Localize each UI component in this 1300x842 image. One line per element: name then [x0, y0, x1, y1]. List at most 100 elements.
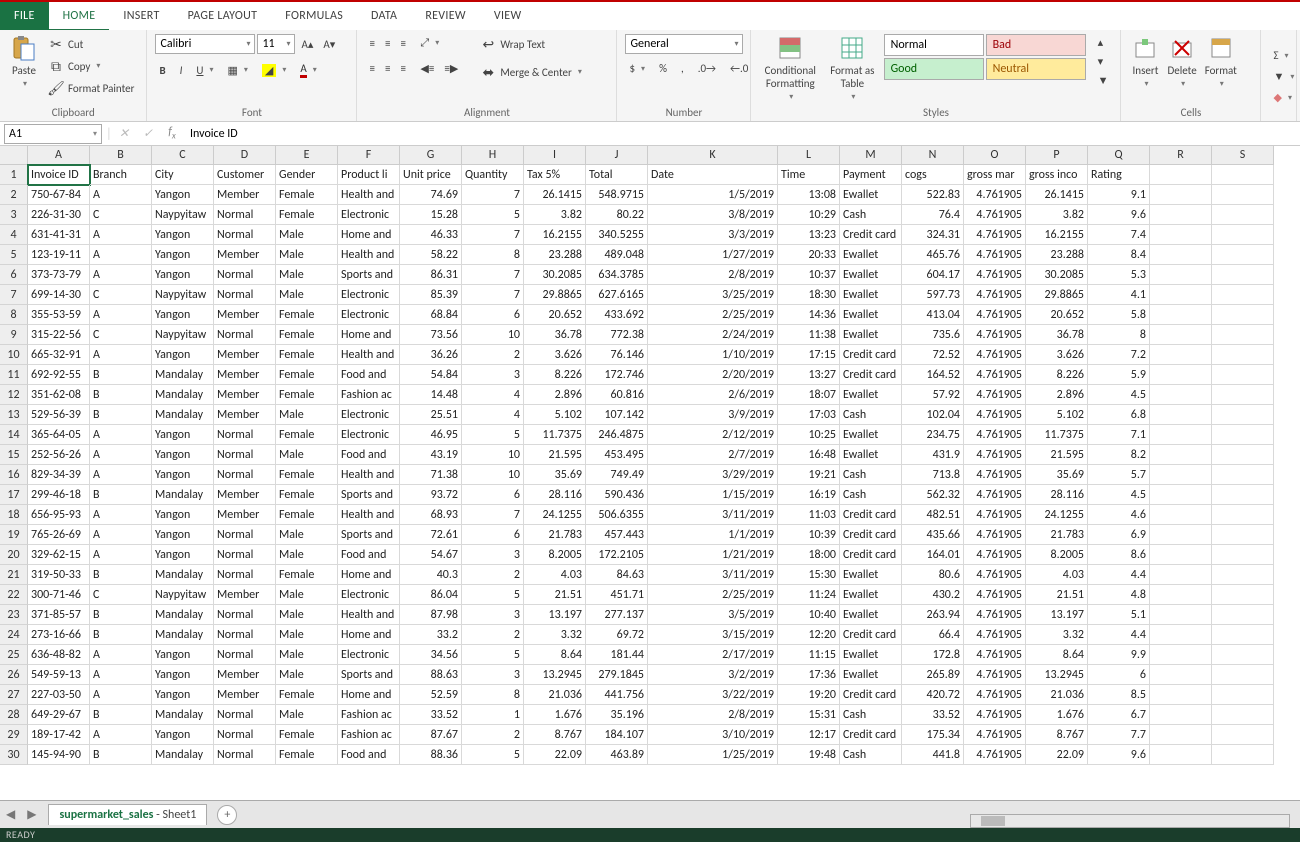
- cell[interactable]: [1212, 425, 1274, 445]
- cell[interactable]: 7: [462, 185, 524, 205]
- cell[interactable]: Sports and: [338, 525, 400, 545]
- column-header-K[interactable]: K: [648, 146, 778, 165]
- cell[interactable]: 4.03: [1026, 565, 1088, 585]
- cell[interactable]: 33.2: [400, 625, 462, 645]
- cell[interactable]: [1212, 265, 1274, 285]
- cell[interactable]: Quantity: [462, 165, 524, 185]
- cell[interactable]: Electronic: [338, 205, 400, 225]
- cell[interactable]: [1150, 185, 1212, 205]
- cell[interactable]: A: [90, 305, 152, 325]
- cell[interactable]: 2/17/2019: [648, 645, 778, 665]
- cell[interactable]: Cash: [840, 205, 902, 225]
- cell[interactable]: 562.32: [902, 485, 964, 505]
- cell[interactable]: [1212, 305, 1274, 325]
- cell[interactable]: Ewallet: [840, 285, 902, 305]
- cell[interactable]: 4.03: [524, 565, 586, 585]
- cell[interactable]: Mandalay: [152, 385, 214, 405]
- cell[interactable]: 22.09: [1026, 745, 1088, 765]
- cell[interactable]: 631-41-31: [28, 225, 90, 245]
- add-sheet-button[interactable]: +: [217, 805, 237, 825]
- cell[interactable]: B: [90, 365, 152, 385]
- orientation-button[interactable]: ⤢: [416, 34, 443, 52]
- cell[interactable]: 2.896: [1026, 385, 1088, 405]
- cell[interactable]: 329-62-15: [28, 545, 90, 565]
- cell[interactable]: 33.52: [400, 705, 462, 725]
- cell[interactable]: Normal: [214, 745, 276, 765]
- cell[interactable]: C: [90, 585, 152, 605]
- cell[interactable]: 93.72: [400, 485, 462, 505]
- cell[interactable]: [1150, 345, 1212, 365]
- cell[interactable]: 8.64: [524, 645, 586, 665]
- column-header-Q[interactable]: Q: [1088, 146, 1150, 165]
- format-as-table-button[interactable]: Format as Table: [825, 34, 879, 102]
- cell[interactable]: 5.9: [1088, 365, 1150, 385]
- cell[interactable]: Male: [276, 605, 338, 625]
- cell[interactable]: Electronic: [338, 285, 400, 305]
- cell[interactable]: 13.2945: [1026, 665, 1088, 685]
- column-header-J[interactable]: J: [586, 146, 648, 165]
- cell[interactable]: Cash: [840, 465, 902, 485]
- row-header[interactable]: 9: [0, 325, 28, 345]
- cell[interactable]: 4.761905: [964, 545, 1026, 565]
- cell[interactable]: 2/8/2019: [648, 705, 778, 725]
- cell[interactable]: Female: [276, 385, 338, 405]
- cell[interactable]: 29.8865: [1026, 285, 1088, 305]
- cell[interactable]: 1.676: [1026, 705, 1088, 725]
- decrease-font-button[interactable]: A▾: [319, 36, 339, 53]
- column-header-P[interactable]: P: [1026, 146, 1088, 165]
- align-bottom-button[interactable]: ≡: [396, 35, 409, 52]
- cell[interactable]: Cash: [840, 745, 902, 765]
- cell[interactable]: 7: [462, 285, 524, 305]
- cell[interactable]: 4.8: [1088, 585, 1150, 605]
- cell[interactable]: [1150, 485, 1212, 505]
- cell[interactable]: 68.84: [400, 305, 462, 325]
- cell[interactable]: Yangon: [152, 445, 214, 465]
- cell[interactable]: 665-32-91: [28, 345, 90, 365]
- cell[interactable]: Normal: [214, 265, 276, 285]
- cell[interactable]: 371-85-57: [28, 605, 90, 625]
- cell[interactable]: Ewallet: [840, 185, 902, 205]
- cell[interactable]: A: [90, 425, 152, 445]
- cell[interactable]: Normal: [214, 465, 276, 485]
- cell[interactable]: 8: [462, 245, 524, 265]
- cell[interactable]: [1150, 445, 1212, 465]
- cell[interactable]: 21.783: [1026, 525, 1088, 545]
- cell[interactable]: Member: [214, 185, 276, 205]
- cell[interactable]: Ewallet: [840, 325, 902, 345]
- cell[interactable]: 18:00: [778, 545, 840, 565]
- cell[interactable]: Male: [276, 545, 338, 565]
- cell[interactable]: Male: [276, 625, 338, 645]
- cell[interactable]: 489.048: [586, 245, 648, 265]
- cell[interactable]: 13.197: [1026, 605, 1088, 625]
- cell[interactable]: 3.626: [1026, 345, 1088, 365]
- cell[interactable]: 3/5/2019: [648, 605, 778, 625]
- cell[interactable]: Home and: [338, 325, 400, 345]
- cell[interactable]: 1/15/2019: [648, 485, 778, 505]
- cell[interactable]: 1/5/2019: [648, 185, 778, 205]
- cell[interactable]: 172.746: [586, 365, 648, 385]
- cell[interactable]: 7.1: [1088, 425, 1150, 445]
- cell[interactable]: 12:20: [778, 625, 840, 645]
- formula-input[interactable]: Invoice ID: [184, 127, 1300, 141]
- tab-home[interactable]: HOME: [49, 2, 110, 30]
- cell[interactable]: 33.52: [902, 705, 964, 725]
- cell[interactable]: 355-53-59: [28, 305, 90, 325]
- cell[interactable]: 6: [462, 485, 524, 505]
- cell[interactable]: Time: [778, 165, 840, 185]
- cell[interactable]: 8.2005: [524, 545, 586, 565]
- cell[interactable]: 10:29: [778, 205, 840, 225]
- style-neutral[interactable]: Neutral: [986, 58, 1086, 80]
- styles-scroll-down[interactable]: ▾: [1094, 53, 1113, 70]
- cell[interactable]: 17:15: [778, 345, 840, 365]
- cell[interactable]: [1212, 445, 1274, 465]
- row-header[interactable]: 25: [0, 645, 28, 665]
- cell[interactable]: 420.72: [902, 685, 964, 705]
- column-header-A[interactable]: A: [28, 146, 90, 165]
- cell[interactable]: 4.761905: [964, 565, 1026, 585]
- cell[interactable]: [1212, 565, 1274, 585]
- cell[interactable]: 373-73-79: [28, 265, 90, 285]
- row-header[interactable]: 17: [0, 485, 28, 505]
- decrease-indent-button[interactable]: ◀≡: [416, 60, 438, 77]
- cell[interactable]: [1212, 625, 1274, 645]
- cell[interactable]: 3.32: [1026, 625, 1088, 645]
